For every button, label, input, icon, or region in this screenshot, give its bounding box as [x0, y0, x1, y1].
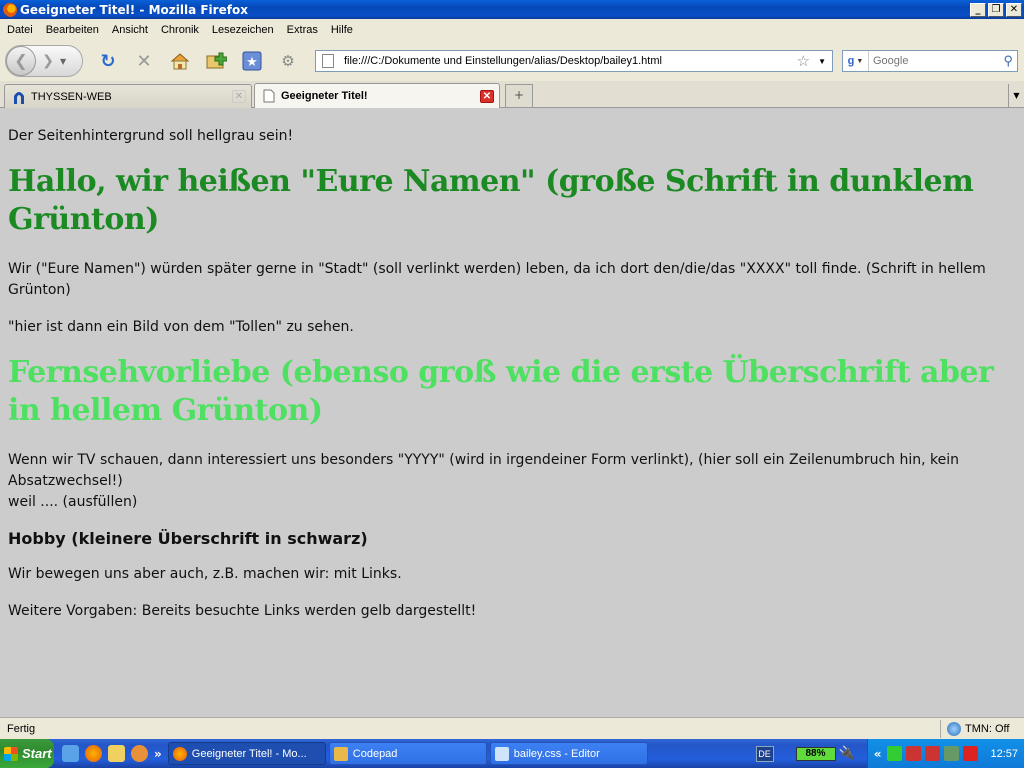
- new-tab-icon[interactable]: +: [505, 84, 533, 107]
- tab-title: Geeigneter Titel!: [281, 90, 368, 102]
- close-window-button[interactable]: ✕: [1006, 2, 1022, 17]
- search-bar[interactable]: g▼ ⚲: [842, 50, 1018, 72]
- menu-datei[interactable]: Datei: [0, 24, 39, 36]
- security-icon[interactable]: [963, 746, 979, 761]
- thyssen-logo-icon: [14, 91, 24, 104]
- navigation-toolbar: ❮ ❯ ▼ ↻ ✕ ★ ⚙ file:///C:/Dokumente und E…: [0, 41, 1024, 81]
- media-player-icon[interactable]: [131, 745, 148, 762]
- network-error-icon[interactable]: [925, 746, 941, 761]
- system-tray: « 12:57: [866, 739, 1024, 768]
- taskbar-editor[interactable]: bailey.css - Editor: [489, 742, 648, 765]
- start-label: Start: [22, 746, 52, 761]
- close-icon[interactable]: ✕: [480, 89, 494, 103]
- ie-icon[interactable]: [62, 745, 79, 762]
- language-indicator[interactable]: DE: [755, 745, 774, 762]
- power-plug-icon: 🔌: [838, 746, 855, 761]
- tab-bar: THYSSEN-WEB ✕ Geeigneter Titel! ✕ + ▼: [0, 81, 1024, 108]
- page-content: Der Seitenhintergrund soll hellgrau sein…: [0, 108, 1024, 717]
- reload-icon[interactable]: ↻: [97, 50, 119, 72]
- notepad-icon: [494, 746, 509, 761]
- tab-list-dropdown-icon[interactable]: ▼: [1008, 84, 1024, 107]
- codepad-icon: [333, 746, 348, 761]
- taskbar-label: Codepad: [352, 747, 398, 760]
- city-paragraph: Wir ("Eure Namen") würden später gerne i…: [8, 259, 1016, 301]
- minimize-button[interactable]: _: [970, 2, 986, 17]
- tmn-indicator[interactable]: TMN: Off: [940, 719, 1024, 738]
- tab-geeigneter-titel[interactable]: Geeigneter Titel! ✕: [254, 83, 500, 108]
- search-icon[interactable]: ⚲: [1003, 53, 1013, 69]
- firefox-icon: [3, 2, 17, 17]
- url-dropdown-icon[interactable]: ▼: [818, 57, 826, 66]
- addon-icon[interactable]: ⚙: [277, 50, 299, 72]
- clock[interactable]: 12:57: [990, 748, 1018, 760]
- tv-heading: Fernsehvorliebe (ebenso groß wie die ers…: [8, 355, 994, 428]
- google-icon[interactable]: g ▼: [843, 51, 869, 71]
- signal-icon[interactable]: [887, 746, 903, 761]
- image-placeholder-text: "hier ist dann ein Bild von dem "Tollen"…: [8, 319, 354, 335]
- bookmarks-icon[interactable]: ★: [241, 50, 263, 72]
- back-icon[interactable]: ❮: [6, 46, 36, 76]
- taskbar-firefox[interactable]: Geeigneter Titel! - Mo...: [167, 742, 326, 765]
- tv-paragraph: Wenn wir TV schauen, dann interessiert u…: [8, 450, 1016, 513]
- back-forward-group: ❮ ❯ ▼: [5, 45, 83, 77]
- taskbar-label: bailey.css - Editor: [513, 747, 600, 760]
- network-icon[interactable]: [944, 746, 960, 761]
- menu-extras[interactable]: Extras: [280, 24, 324, 36]
- quick-launch: [62, 745, 148, 762]
- stop-icon[interactable]: ✕: [133, 50, 155, 72]
- menu-bearbeiten[interactable]: Bearbeiten: [39, 24, 105, 36]
- battery-indicator[interactable]: 88%: [795, 746, 836, 761]
- hobby-paragraph: Wir bewegen uns aber auch, z.B. machen w…: [8, 566, 402, 582]
- folder-icon[interactable]: [108, 745, 125, 762]
- url-bar[interactable]: file:///C:/Dokumente und Einstellungen/a…: [315, 50, 833, 72]
- firefox-quicklaunch-icon[interactable]: [85, 745, 102, 762]
- page-icon: [263, 89, 275, 103]
- tv-line1: Wenn wir TV schauen, dann interessiert u…: [8, 452, 959, 489]
- svg-text:★: ★: [246, 55, 258, 70]
- tmn-label: TMN: Off: [965, 722, 1010, 735]
- menu-chronik[interactable]: Chronik: [154, 24, 205, 36]
- windows-taskbar: Start » Geeigneter Titel! - Mo... Codepa…: [0, 739, 1024, 768]
- windows-logo-icon: [4, 746, 18, 761]
- close-icon[interactable]: ✕: [232, 90, 246, 103]
- start-button[interactable]: Start: [0, 739, 54, 768]
- tab-title: THYSSEN-WEB: [31, 90, 112, 103]
- menu-lesezeichen[interactable]: Lesezeichen: [205, 24, 280, 36]
- hobby-heading: Hobby (kleinere Überschrift in schwarz): [8, 529, 368, 548]
- star-icon[interactable]: ☆: [797, 52, 810, 70]
- taskbar-label: Geeigneter Titel! - Mo...: [191, 747, 307, 760]
- home-icon[interactable]: [169, 50, 191, 72]
- status-text: Fertig: [7, 722, 36, 735]
- requirements-paragraph: Weitere Vorgaben: Bereits besuchte Links…: [8, 603, 477, 619]
- new-bookmark-icon[interactable]: [205, 50, 227, 72]
- menu-ansicht[interactable]: Ansicht: [105, 24, 154, 36]
- city-text-before: Wir ("Eure Namen") würden später gerne i…: [8, 261, 319, 277]
- restore-button[interactable]: ❐: [988, 2, 1004, 17]
- window-titlebar[interactable]: Geeigneter Titel! - Mozilla Firefox _ ❐ …: [0, 0, 1024, 19]
- page-icon: [322, 54, 334, 68]
- window-title: Geeigneter Titel! - Mozilla Firefox: [20, 2, 248, 17]
- quicklaunch-overflow-icon[interactable]: »: [154, 747, 162, 761]
- tmn-icon: [947, 721, 961, 736]
- history-dropdown-icon[interactable]: ▼: [60, 57, 66, 66]
- firefox-icon: [172, 746, 187, 761]
- main-heading: Hallo, wir heißen "Eure Namen" (große Sc…: [8, 164, 974, 237]
- menu-hilfe[interactable]: Hilfe: [324, 24, 359, 36]
- tab-thyssen-web[interactable]: THYSSEN-WEB ✕: [4, 84, 252, 108]
- taskbar-codepad[interactable]: Codepad: [328, 742, 487, 765]
- forward-icon[interactable]: ❯: [36, 53, 60, 69]
- tray-expand-icon[interactable]: «: [874, 747, 882, 761]
- url-text[interactable]: file:///C:/Dokumente und Einstellungen/a…: [344, 55, 797, 67]
- status-bar: Fertig TMN: Off: [0, 717, 1024, 739]
- menu-bar: Datei Bearbeiten Ansicht Chronik Lesezei…: [0, 19, 1024, 41]
- search-input[interactable]: [869, 55, 1004, 67]
- city-link[interactable]: "Stadt": [318, 261, 368, 277]
- intro-text: Der Seitenhintergrund soll hellgrau sein…: [8, 128, 294, 144]
- tv-line2: weil .... (ausfüllen): [8, 494, 138, 510]
- network-error-icon[interactable]: [906, 746, 922, 761]
